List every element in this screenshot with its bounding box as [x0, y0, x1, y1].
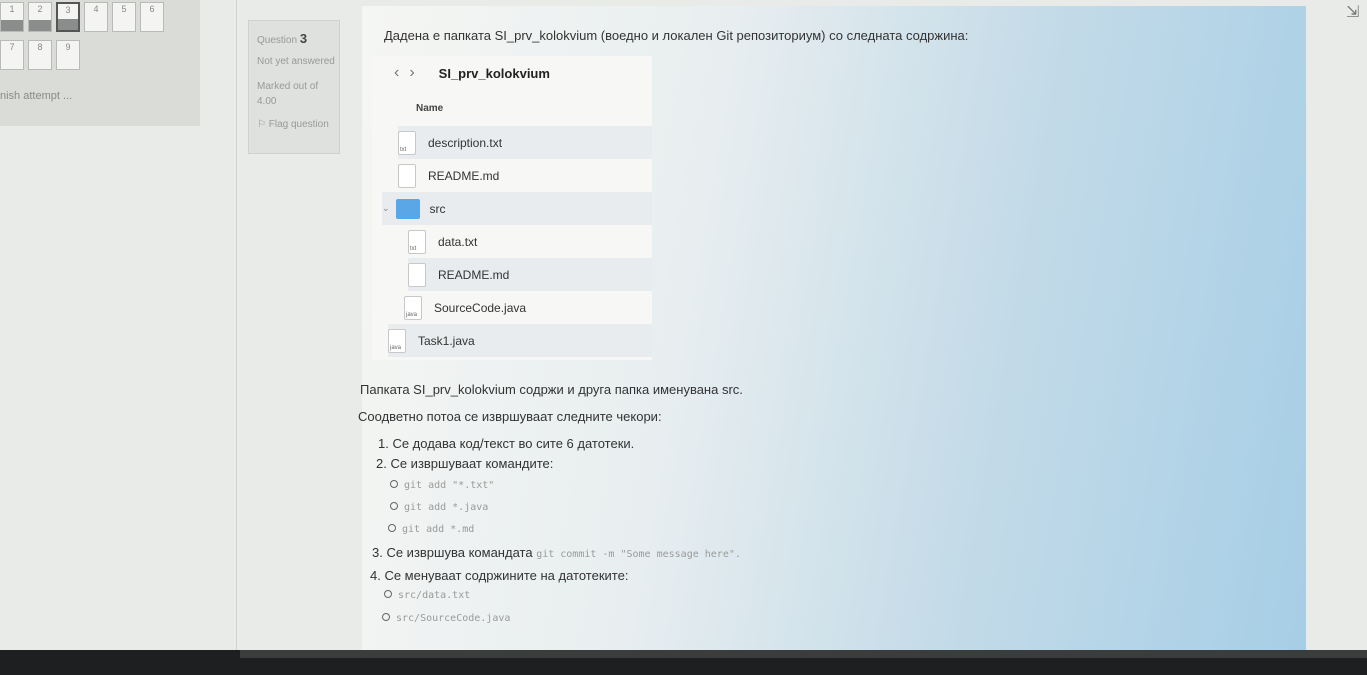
- question-paragraph-2: Соодветно потоа се извршуваат следните ч…: [358, 409, 662, 424]
- step-1: 1. Се додава код/текст во сите 6 датотек…: [378, 436, 635, 451]
- explorer-header: ‹› SI_prv_kolokvium: [394, 64, 550, 82]
- step-3: 3. Се извршува командата git commit -m "…: [372, 545, 741, 560]
- quiz-nav-button-3[interactable]: 3: [56, 2, 80, 32]
- back-forward-icon: ‹›: [394, 64, 425, 81]
- explorer-item: README.md: [398, 159, 652, 192]
- chevron-down-icon: ⌄: [382, 203, 390, 213]
- bullet-icon: [382, 613, 390, 621]
- java-file-icon: java: [404, 295, 422, 320]
- question-paragraph-1: Папката SI_prv_kolokvium содржи и друга …: [360, 382, 743, 397]
- explorer-item: txt data.txt: [408, 225, 652, 258]
- explorer-item: java Task1.java: [388, 324, 652, 357]
- quiz-nav-button-2[interactable]: 2: [28, 2, 52, 32]
- question-number-label: Question 3: [257, 31, 308, 46]
- question-marks: Marked out of 4.00: [257, 81, 319, 107]
- file-item: src/SourceCode.java: [382, 609, 510, 624]
- mouse-cursor-icon: ⇲: [1346, 4, 1360, 21]
- command-item: git add *.md: [388, 520, 474, 535]
- explorer-item: ⌄ src: [382, 192, 652, 225]
- flag-icon: ⚐: [257, 119, 266, 130]
- folder-icon: [395, 198, 420, 219]
- quiz-nav-button-4[interactable]: 4: [84, 2, 108, 32]
- finish-attempt-link[interactable]: nish attempt ...: [0, 90, 72, 102]
- question-intro-text: Дадена е папката SI_prv_kolokvium (воедн…: [384, 28, 969, 43]
- explorer-item: txt description.txt: [398, 126, 652, 159]
- txt-file-icon: txt: [408, 229, 426, 254]
- quiz-nav-button-7[interactable]: 7: [0, 40, 24, 70]
- quiz-nav-button-1[interactable]: 1: [0, 2, 24, 32]
- file-explorer-screenshot: ‹› SI_prv_kolokvium Name txt description…: [372, 56, 652, 360]
- file-icon: [398, 163, 416, 188]
- quiz-nav-button-8[interactable]: 8: [28, 40, 52, 70]
- step-2: 2. Се извршуваат командите:: [376, 456, 554, 471]
- file-item: src/data.txt: [384, 586, 470, 601]
- command-item: git add *.java: [390, 498, 488, 513]
- bullet-icon: [388, 524, 396, 532]
- explorer-column-name: Name: [416, 103, 444, 114]
- screen-bezel: [0, 650, 1367, 675]
- explorer-item: java SourceCode.java: [404, 291, 652, 324]
- question-number: 3: [299, 31, 308, 46]
- quiz-nav-row-2: 7 8 9: [0, 40, 80, 70]
- explorer-path: SI_prv_kolokvium: [438, 65, 550, 81]
- file-icon: [408, 262, 426, 287]
- command-item: git add "*.txt": [390, 476, 494, 491]
- bullet-icon: [384, 590, 392, 598]
- java-file-icon: java: [388, 328, 406, 353]
- bullet-icon: [390, 502, 398, 510]
- quiz-nav-button-9[interactable]: 9: [56, 40, 80, 70]
- column-divider: [236, 0, 237, 650]
- flag-question-link[interactable]: ⚐ Flag question: [257, 117, 339, 132]
- quiz-nav-row-1: 1 2 3 4 5 6: [0, 2, 164, 32]
- bullet-icon: [390, 480, 398, 488]
- quiz-nav-button-6[interactable]: 6: [140, 2, 164, 32]
- quiz-nav-button-5[interactable]: 5: [112, 2, 136, 32]
- explorer-item: README.md: [408, 258, 652, 291]
- step-4: 4. Се менуваат содржините на датотеките:: [370, 568, 629, 583]
- question-status: Not yet answered: [257, 56, 335, 67]
- txt-file-icon: txt: [398, 130, 416, 155]
- question-info-box: Question 3 Not yet answered Marked out o…: [248, 20, 340, 154]
